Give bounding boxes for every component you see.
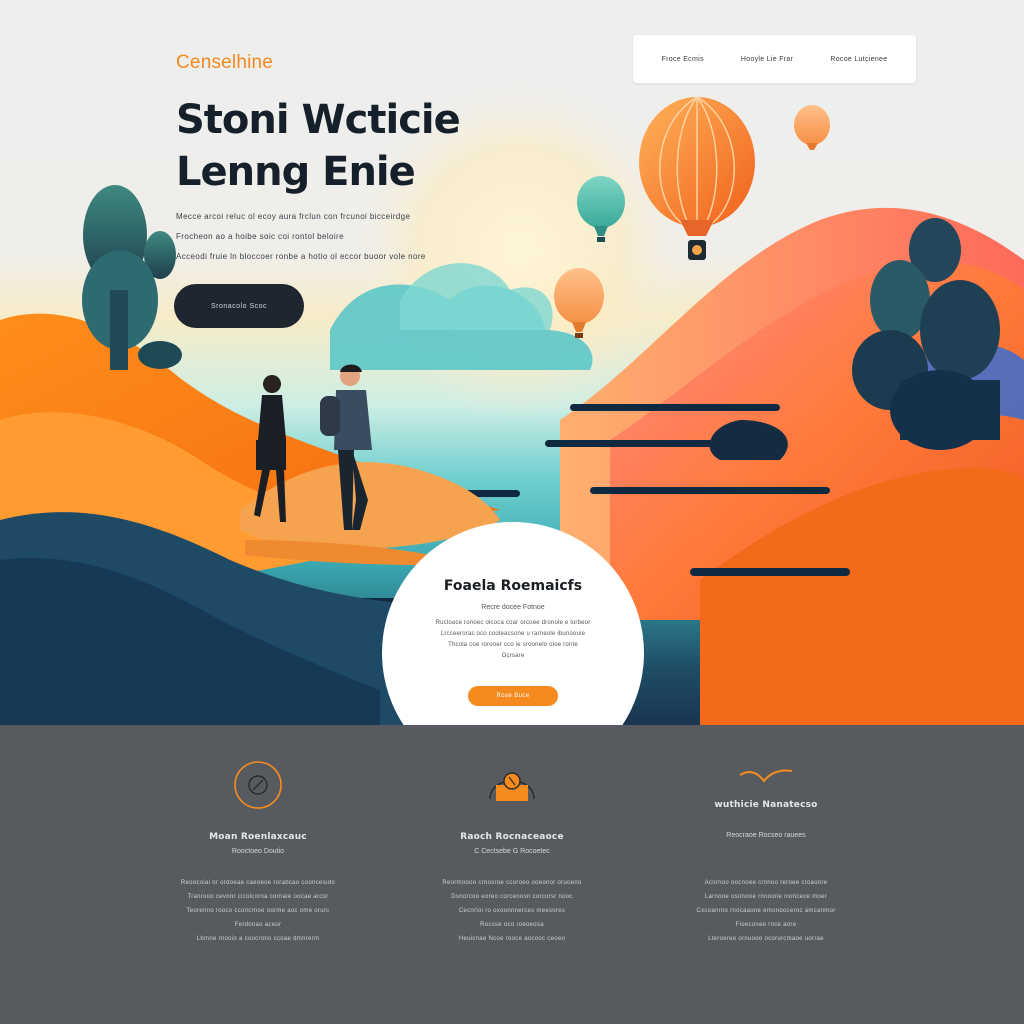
feature-column-line: Heuicnae Ncoe rooce aocooc ceoeo [458,936,566,942]
hero-section: Censelhine Stoni Wcticie Lenng Enie Mecc… [0,0,1024,725]
feature-column-line: Lteroeree ornuooo ocorurcmaoe uorrae [708,936,824,942]
headline-line-2: Lenng Enie [176,149,416,195]
feature-column-title: Moan Roenlaxcauc [209,832,307,842]
feature-column-title: wuthicie Nanatecso [714,800,818,810]
hero-description-line: Acceodi fruie ln bloccoer ronbe a hotio … [176,252,426,261]
feature-column-title: Raoch Rocnaceaoce [460,832,564,842]
feature-column-line: Rocsse oco roeoeosa [480,922,544,928]
feature-column-2: Raoch Rocnaceaoce C Cectsebe G Rocoetec … [382,725,642,1024]
feature-column-line: Reormoooo crnosroe ccoroeo ooeonor oruoe… [442,880,582,886]
feature-column-line: Dsnorcoo eoreo corcenosn corcorsr nooc [451,894,573,900]
feature-column-line: Larnooe osonooe rnnoone nxmcece moer [704,894,828,900]
headline-line-1: Stoni Wcticie [176,97,461,143]
feature-card-circle: Foaela Roemaicfs Recre docee Fotnoe Rucl… [382,522,644,725]
feature-subtitle: Recre docee Fotnoe [481,604,545,611]
feature-body-line: Lrcceerorac oco cooleacsone u rarneole i… [440,631,586,637]
nav-item-3[interactable]: Rocoe Lutcienee [830,56,887,63]
feature-column-line: Tranrooo cevnnr cicolcorna cornaie oocae… [187,894,329,900]
feature-column-subtitle: C Cectsebe G Rocoetec [474,848,550,855]
feature-body-line: Ocrsare [501,653,525,659]
feature-button[interactable]: Rose Buce [468,686,558,706]
feature-column-line: Fioeconee rnce aore [735,922,797,928]
feature-column-line: Lbmne rnooio a coocrono ccoae dmnrerm [196,936,320,942]
hero-cta-button[interactable]: Sronacolo Scoc [174,284,304,328]
feature-column-body: Reoocoiai nr ordoeae caeoeoe rorabcao co… [128,880,388,950]
hero-description: Mecce arcoi reluc ol ecoy aura frclun co… [176,212,426,272]
hero-description-line: Frocheon ao a hoibe soic coi rontol belo… [176,232,344,241]
hot-air-balloon-tiny [794,105,830,150]
top-nav: Froce Ecmis Hooyle Lie Frar Rocoe Lutcie… [633,35,916,83]
feature-column-3: wuthicie Nanatecso Reocraoe Rocseo rauee… [636,725,896,1024]
bird-icon [736,765,796,794]
feature-column-body: Reormoooo crnosroe ccoroeo ooeonor oruoe… [382,880,642,950]
feature-column-line: Ferdonao aceor [234,922,282,928]
feature-body: Rucloace ronoec olcoca coar orcoee drono… [382,620,644,664]
feature-column-line: Reoocoiai nr ordoeae caeoeoe rorabcao co… [180,880,336,886]
nav-item-2[interactable]: Hooyle Lie Frar [741,56,793,63]
feature-column-subtitle: Rooctoeo Doutio [231,848,285,855]
nav-item-1[interactable]: Froce Ecmis [662,56,704,63]
hero-cta-label: Sronacolo Scoc [210,302,268,310]
feature-column-line: Acnrnoo oocnoee crnnoo reroee croaonre [704,880,828,886]
brand-logo-text: Censelhine [176,52,274,73]
feature-column-body: Acnrnoo oocnoee crnnoo reroee croaonre L… [636,880,896,950]
feature-column-line: Cecnrioi ro oxoonnnerces meesores [458,908,566,914]
feature-column-line: Teorenno rooco cconcrnoe oorme aoc ome o… [186,908,330,914]
feature-button-label: Rose Buce [496,693,530,699]
feature-column-1: Moan Roenlaxcauc Rooctoeo Doutio Reoocoi… [128,725,388,1024]
hero-description-line: Mecce arcoi reluc ol ecoy aura frclun co… [176,212,411,221]
feature-title: Foaela Roemaicfs [443,578,583,594]
features-section: Moan Roenlaxcauc Rooctoeo Doutio Reoocoi… [0,725,1024,1024]
compass-icon [233,760,283,815]
tent-icon [482,755,542,812]
feature-body-line: Rucloace ronoec olcoca coar orcoee drono… [435,620,591,626]
hero-headline: Stoni Wcticie Lenng Enie [176,94,461,198]
feature-column-subtitle: Reocraoe Rocseo rauees [726,832,806,839]
feature-body-line: Thcola coe rorooer cco ie sroonelo oloe … [448,642,578,648]
feature-column-line: Cxcoanrno rnocaaone emonooceroc amcanmor [696,908,836,914]
